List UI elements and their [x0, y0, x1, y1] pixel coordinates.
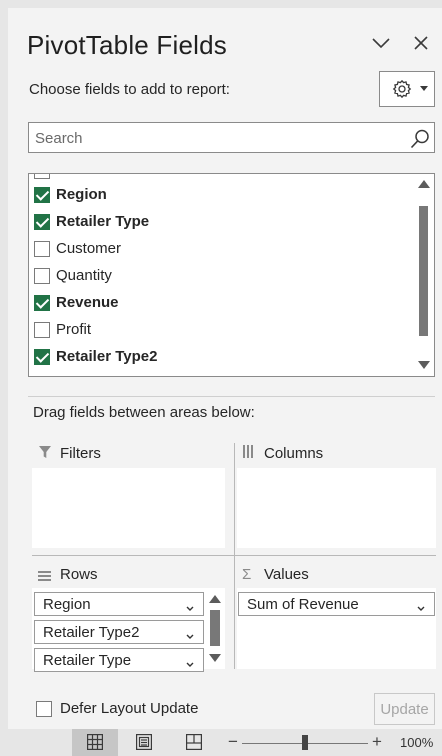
- chevron-down-icon[interactable]: [185, 656, 195, 667]
- scrollbar-thumb[interactable]: [419, 206, 428, 336]
- field-row[interactable]: Region: [29, 182, 414, 209]
- zoom-in-button[interactable]: +: [372, 732, 382, 752]
- scroll-down-icon[interactable]: [418, 361, 430, 369]
- values-field-label: Sum of Revenue: [247, 596, 359, 613]
- filters-drop-area[interactable]: [32, 468, 225, 548]
- field-checkbox[interactable]: [34, 322, 50, 338]
- columns-drop-area[interactable]: [237, 468, 436, 548]
- field-label: Quantity: [56, 267, 112, 284]
- rows-field-label: Region: [43, 596, 91, 613]
- drag-fields-label: Drag fields between areas below:: [33, 404, 255, 421]
- field-label: Customer: [56, 240, 122, 257]
- area-divider-vertical: [234, 443, 235, 669]
- zoom-out-button[interactable]: −: [228, 732, 238, 752]
- scroll-up-icon[interactable]: [418, 180, 430, 188]
- field-checkbox[interactable]: [34, 187, 50, 203]
- rows-icon: [38, 568, 52, 581]
- field-list: Region Retailer Type Customer Quantity R…: [28, 173, 435, 377]
- status-bar: − + 100%: [0, 729, 442, 756]
- field-checkbox-partial[interactable]: [34, 174, 50, 179]
- pane-title: PivotTable Fields: [27, 30, 227, 60]
- rows-field-pill[interactable]: Retailer Type2: [34, 620, 204, 644]
- field-list-scrollbar[interactable]: [414, 174, 434, 376]
- field-label: Revenue: [56, 294, 119, 311]
- values-field-pill[interactable]: Sum of Revenue: [238, 592, 435, 616]
- field-label: Retailer Type: [56, 213, 150, 230]
- columns-area-label: Columns: [264, 445, 324, 462]
- rows-scrollbar[interactable]: [207, 590, 224, 668]
- values-area-label: Values: [264, 566, 309, 583]
- field-label: Retailer Type2: [56, 348, 158, 365]
- scrollbar-thumb[interactable]: [210, 610, 220, 646]
- update-button-label: Update: [380, 701, 429, 718]
- field-row[interactable]: Retailer Type: [29, 209, 414, 236]
- rows-field-pill[interactable]: Region: [34, 592, 204, 616]
- page-layout-view-icon[interactable]: [136, 734, 153, 755]
- defer-layout-label: Defer Layout Update: [60, 700, 199, 717]
- field-row[interactable]: Customer: [29, 236, 414, 263]
- search-input[interactable]: [35, 127, 395, 149]
- field-checkbox[interactable]: [34, 268, 50, 284]
- field-checkbox[interactable]: [34, 295, 50, 311]
- chevron-down-icon[interactable]: [416, 600, 426, 611]
- filters-area-label: Filters: [60, 445, 101, 462]
- field-row[interactable]: Revenue: [29, 290, 414, 317]
- field-checkbox[interactable]: [34, 241, 50, 257]
- pivottable-fields-pane: PivotTable Fields Choose fields to add t…: [8, 8, 442, 729]
- update-button[interactable]: Update: [374, 693, 435, 725]
- page-break-preview-icon[interactable]: [186, 734, 203, 755]
- field-row[interactable]: Profit: [29, 317, 414, 344]
- rows-field-label: Retailer Type: [43, 652, 132, 669]
- gear-icon: [392, 79, 412, 99]
- scroll-up-icon[interactable]: [209, 595, 221, 603]
- chevron-down-icon[interactable]: [185, 600, 195, 611]
- choose-fields-label: Choose fields to add to report:: [29, 81, 230, 98]
- field-checkbox[interactable]: [34, 349, 50, 365]
- area-divider-horizontal: [32, 555, 436, 556]
- columns-icon: [242, 445, 256, 458]
- defer-layout-checkbox[interactable]: [36, 701, 52, 717]
- close-icon[interactable]: [411, 33, 431, 53]
- search-icon[interactable]: [409, 128, 431, 150]
- field-label: Region: [56, 186, 107, 203]
- search-box[interactable]: [28, 122, 435, 153]
- caret-down-icon: [420, 86, 428, 91]
- normal-view-button[interactable]: [72, 729, 118, 756]
- field-checkbox[interactable]: [34, 214, 50, 230]
- field-row[interactable]: Retailer Type2: [29, 344, 414, 371]
- field-label: Profit: [56, 321, 92, 338]
- rows-field-pill[interactable]: Retailer Type: [34, 648, 204, 672]
- chevron-down-icon[interactable]: [370, 33, 392, 53]
- filter-icon: [38, 445, 52, 459]
- scroll-down-icon[interactable]: [209, 654, 221, 662]
- zoom-level[interactable]: 100%: [400, 735, 433, 750]
- zoom-slider-thumb[interactable]: [302, 735, 308, 750]
- sigma-icon: Σ: [242, 566, 252, 583]
- tools-button[interactable]: [379, 71, 435, 107]
- rows-area-label: Rows: [60, 566, 98, 583]
- field-row[interactable]: Quantity: [29, 263, 414, 290]
- rows-field-label: Retailer Type2: [43, 624, 140, 641]
- divider: [28, 396, 435, 397]
- grid-icon: [87, 734, 104, 755]
- chevron-down-icon[interactable]: [185, 628, 195, 639]
